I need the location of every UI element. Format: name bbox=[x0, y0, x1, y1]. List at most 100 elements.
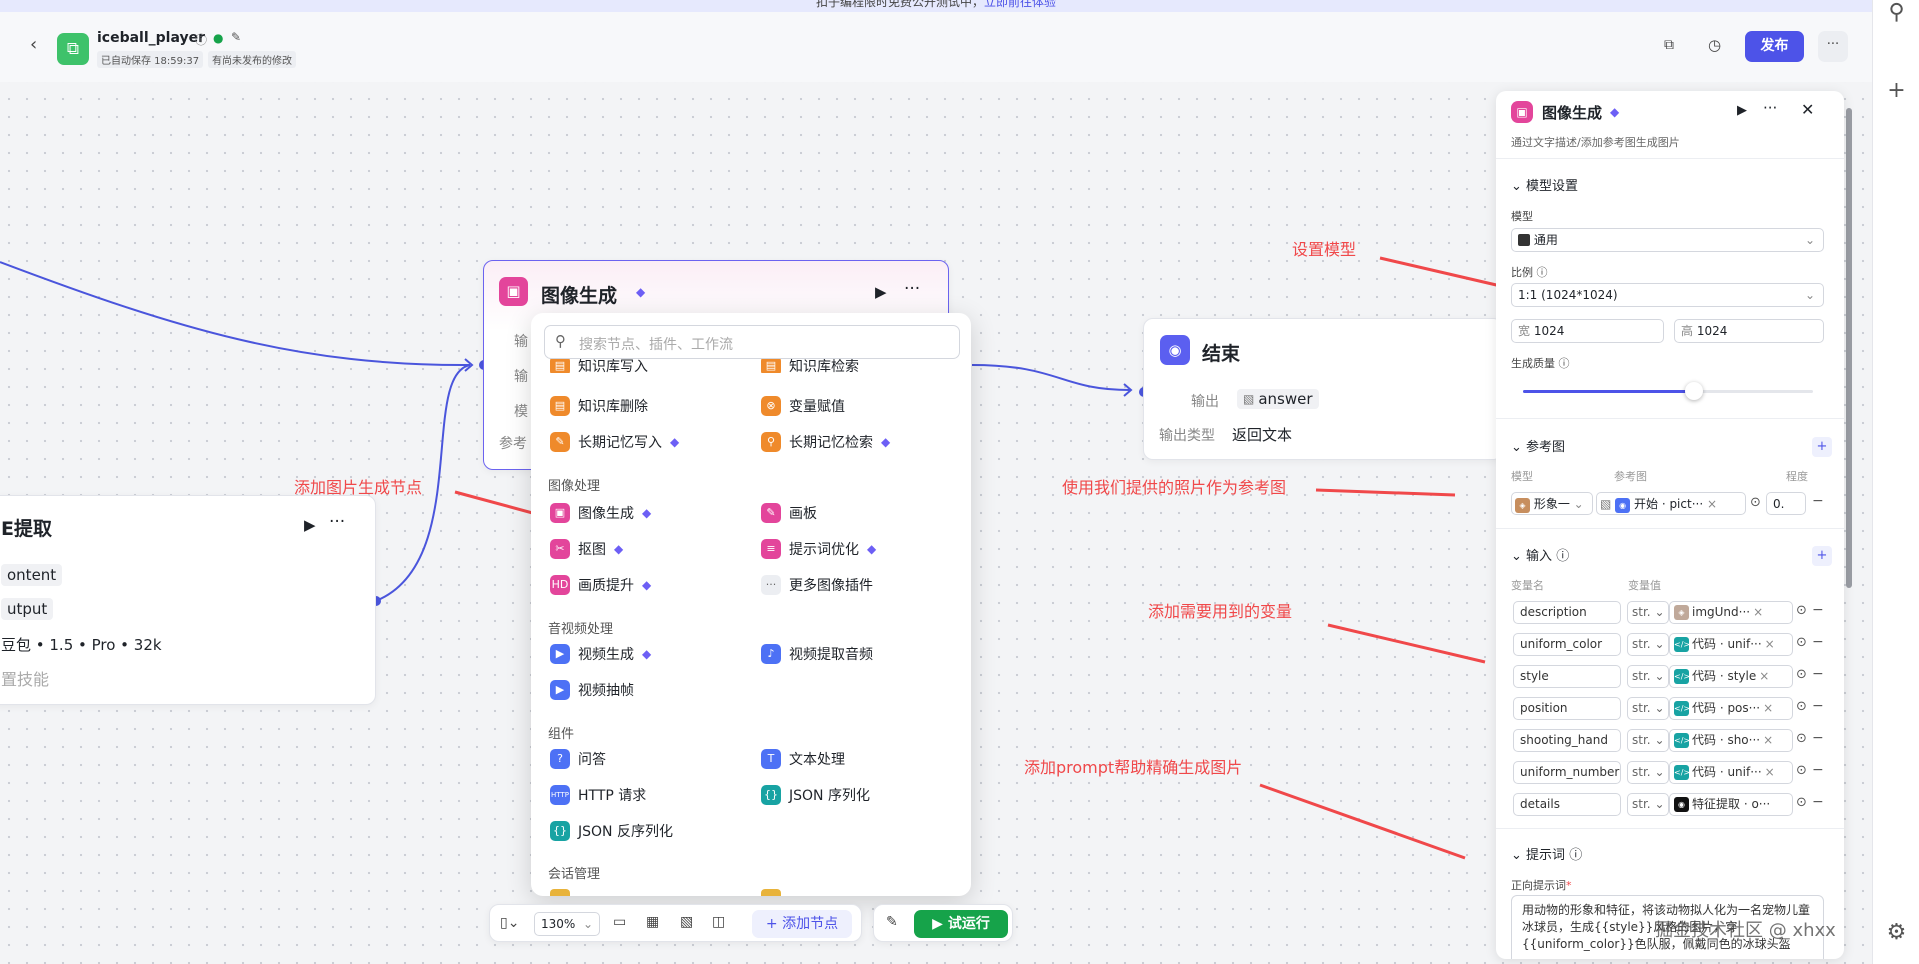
end-node[interactable]: ◉ 结束 输出 ▧ answer 输出类型 返回文本 bbox=[1143, 318, 1503, 460]
input-var-name[interactable]: style bbox=[1513, 665, 1621, 688]
node-item-text-proc[interactable]: T 文本处理 bbox=[761, 749, 845, 769]
extract-run-icon[interactable]: ▶ bbox=[304, 516, 316, 534]
remove-input-button[interactable]: − bbox=[1812, 698, 1824, 714]
mouse-mode-icon[interactable]: ▯⌄ bbox=[500, 915, 519, 931]
node-item-json-deser[interactable]: {} JSON 反序列化 bbox=[550, 821, 673, 841]
node-item-video-gen[interactable]: ▶ 视频生成 ◆ bbox=[550, 644, 651, 664]
node-item-image-gen[interactable]: ▣ 图像生成 ◆ bbox=[550, 503, 651, 523]
node-item-ltm-search[interactable]: ⚲ 长期记忆检索 ◆ bbox=[761, 432, 890, 452]
panel-run-icon[interactable]: ▶ bbox=[1737, 103, 1747, 118]
test-run-button[interactable]: ▶ 试运行 bbox=[914, 910, 1008, 938]
model-select[interactable]: 通用 ⌄ bbox=[1511, 228, 1824, 252]
ref-target-icon[interactable]: ⊙ bbox=[1796, 731, 1807, 746]
canvas-scrollbar[interactable] bbox=[1846, 108, 1852, 588]
clear-icon[interactable]: × bbox=[1763, 730, 1773, 751]
ref-target-icon[interactable]: ⊙ bbox=[1796, 603, 1807, 618]
info-icon[interactable]: ⓘ bbox=[1569, 848, 1582, 863]
info-icon[interactable]: ⓘ bbox=[1537, 266, 1548, 279]
ref-target-icon[interactable]: ⊙ bbox=[1796, 635, 1807, 650]
panel-more-icon[interactable]: ··· bbox=[1763, 99, 1777, 117]
node-item-qa[interactable]: ? 问答 bbox=[550, 749, 606, 769]
clear-icon[interactable]: × bbox=[1759, 666, 1769, 687]
ref-target-icon[interactable]: ⊙ bbox=[1796, 699, 1807, 714]
input-var-type[interactable]: str. ⌄ bbox=[1627, 761, 1669, 784]
remove-input-button[interactable]: − bbox=[1812, 794, 1824, 810]
remove-input-button[interactable]: − bbox=[1812, 666, 1824, 682]
input-var-ref[interactable]: </> 代码 · pos··· × bbox=[1669, 697, 1793, 720]
node-item-cutout[interactable]: ✂ 抠图 ◆ bbox=[550, 539, 623, 559]
node-item-kb-delete[interactable]: ▤ 知识库删除 bbox=[550, 396, 648, 416]
ratio-select[interactable]: 1:1 (1024*1024) ⌄ bbox=[1511, 283, 1824, 307]
info-icon[interactable]: ⓘ bbox=[1556, 549, 1569, 564]
node-item-json-ser[interactable]: {} JSON 序列化 bbox=[761, 785, 870, 805]
input-section-toggle[interactable]: ⌄ 输入 ⓘ bbox=[1511, 545, 1569, 564]
ref-target-icon[interactable]: ⊙ bbox=[1796, 763, 1807, 778]
node-item-video-audio[interactable]: ♪ 视频提取音频 bbox=[761, 644, 873, 664]
input-var-ref[interactable]: </> 代码 · unif··· × bbox=[1669, 633, 1793, 656]
prompt-section-toggle[interactable]: ⌄ 提示词 ⓘ bbox=[1511, 844, 1582, 863]
image-node-more-icon[interactable]: ··· bbox=[904, 279, 920, 299]
input-var-type[interactable]: str. ⌄ bbox=[1627, 601, 1669, 624]
input-var-type[interactable]: str. ⌄ bbox=[1627, 697, 1669, 720]
ref-image-select[interactable]: ▧ ◉ 开始 · pict··· × bbox=[1596, 492, 1746, 515]
clear-icon[interactable]: × bbox=[1765, 634, 1775, 655]
remove-input-button[interactable]: − bbox=[1812, 634, 1824, 650]
node-item-var-assign[interactable]: ⊗ 变量赋值 bbox=[761, 396, 845, 416]
node-item-upscale[interactable]: HD 画质提升 ◆ bbox=[550, 575, 651, 595]
node-item-canvas[interactable]: ✎ 画板 bbox=[761, 503, 817, 523]
quality-slider-handle[interactable] bbox=[1685, 382, 1704, 400]
remove-input-button[interactable]: − bbox=[1812, 602, 1824, 618]
node-search-input[interactable]: ⚲ 搜索节点、插件、工作流 bbox=[544, 325, 960, 359]
add-input-button[interactable]: + bbox=[1812, 546, 1832, 566]
input-var-type[interactable]: str. ⌄ bbox=[1627, 633, 1669, 656]
input-var-ref[interactable]: </> 代码 · unif··· × bbox=[1669, 761, 1793, 784]
input-var-ref[interactable]: ◉ 特征提取 · o··· bbox=[1669, 793, 1793, 816]
input-var-type[interactable]: str. ⌄ bbox=[1627, 665, 1669, 688]
input-var-name[interactable]: shooting_hand bbox=[1513, 729, 1621, 752]
clear-icon[interactable]: × bbox=[1765, 762, 1775, 783]
add-node-button[interactable]: + 添加节点 bbox=[752, 910, 852, 938]
image-icon[interactable]: ▧ bbox=[680, 914, 693, 930]
node-item-http[interactable]: HTTP HTTP 请求 bbox=[550, 785, 646, 805]
node-item-kb-write[interactable]: ▤ 知识库写入 bbox=[550, 359, 648, 373]
clear-icon[interactable]: × bbox=[1707, 497, 1717, 511]
height-input[interactable]: 高 1024 bbox=[1674, 319, 1824, 343]
info-icon[interactable]: ⓘ bbox=[1559, 357, 1570, 370]
node-item-kb-search[interactable]: ▤ 知识库检索 bbox=[761, 359, 859, 373]
comment-icon[interactable]: ▭ bbox=[613, 914, 626, 930]
ref-model-select[interactable]: ◈ 形象一 ⌄ bbox=[1511, 492, 1593, 515]
minimap-icon[interactable]: ◫ bbox=[712, 914, 725, 930]
remove-input-button[interactable]: − bbox=[1812, 762, 1824, 778]
panel-close-icon[interactable]: ✕ bbox=[1801, 100, 1814, 119]
ref-degree-input[interactable]: 0. bbox=[1766, 492, 1806, 515]
remove-input-button[interactable]: − bbox=[1812, 730, 1824, 746]
input-var-type[interactable]: str. ⌄ bbox=[1627, 793, 1669, 816]
model-section-toggle[interactable]: ⌄ 模型设置 bbox=[1511, 175, 1578, 194]
input-var-name[interactable]: description bbox=[1513, 601, 1621, 624]
input-var-name[interactable]: uniform_color bbox=[1513, 633, 1621, 656]
node-item-prompt-opt[interactable]: ≡ 提示词优化 ◆ bbox=[761, 539, 876, 559]
node-item-ltm-write[interactable]: ✎ 长期记忆写入 ◆ bbox=[550, 432, 679, 452]
node-item-video-frames[interactable]: ▶ 视频抽帧 bbox=[550, 680, 634, 700]
clear-icon[interactable]: × bbox=[1763, 698, 1773, 719]
clear-icon[interactable]: × bbox=[1753, 602, 1763, 623]
width-input[interactable]: 宽 1024 bbox=[1511, 319, 1664, 343]
add-ref-button[interactable]: + bbox=[1812, 437, 1832, 457]
remove-ref-button[interactable]: − bbox=[1812, 493, 1824, 509]
ref-target-icon[interactable]: ⊙ bbox=[1750, 495, 1761, 510]
ref-section-toggle[interactable]: ⌄ 参考图 bbox=[1511, 436, 1565, 455]
input-var-ref[interactable]: ◈ imgUnd··· × bbox=[1669, 601, 1793, 624]
image-node-run-icon[interactable]: ▶ bbox=[875, 283, 887, 301]
extract-more-icon[interactable]: ··· bbox=[329, 512, 345, 532]
ref-target-icon[interactable]: ⊙ bbox=[1796, 795, 1807, 810]
layout-icon[interactable]: ▦ bbox=[646, 914, 659, 930]
quality-slider[interactable] bbox=[1523, 382, 1813, 400]
input-var-name[interactable]: position bbox=[1513, 697, 1621, 720]
extract-node[interactable]: E提取 ▶ ··· ontent utput 豆包 • 1.5 • Pro • … bbox=[0, 495, 376, 705]
input-var-ref[interactable]: </> 代码 · style × bbox=[1669, 665, 1793, 688]
debug-icon[interactable]: ✎ bbox=[886, 914, 898, 930]
input-var-type[interactable]: str. ⌄ bbox=[1627, 729, 1669, 752]
ref-target-icon[interactable]: ⊙ bbox=[1796, 667, 1807, 682]
node-item-more-image[interactable]: ··· 更多图像插件 bbox=[761, 575, 873, 595]
zoom-select[interactable]: 130% ⌄ bbox=[534, 912, 600, 936]
